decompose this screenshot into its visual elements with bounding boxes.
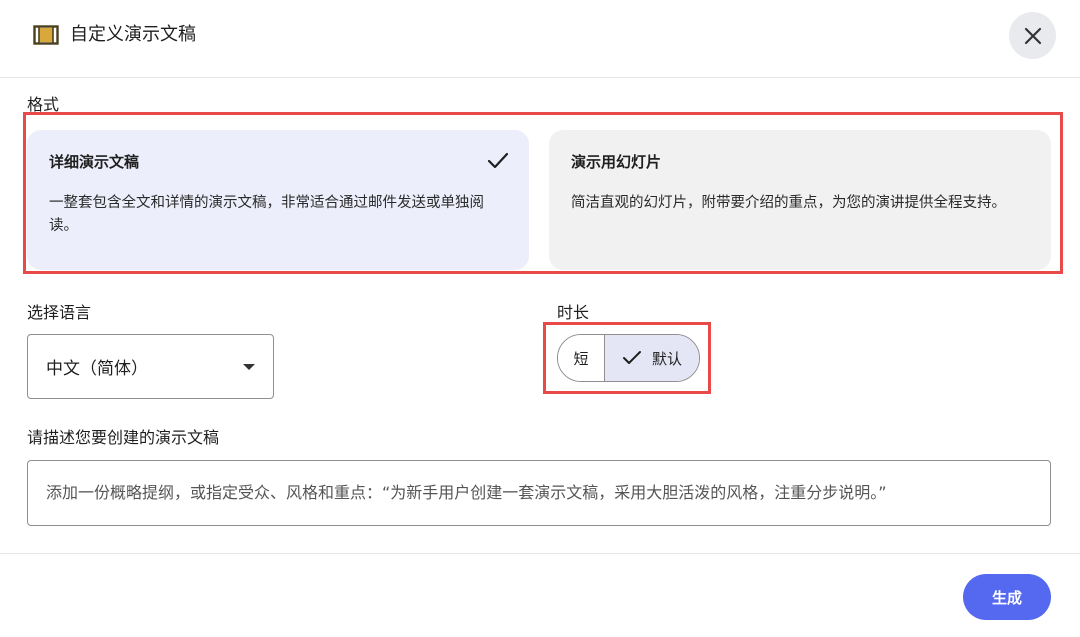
language-select[interactable]: 中文（简体） — [27, 334, 274, 399]
dialog-title: 自定义演示文稿 — [70, 24, 196, 45]
format-option-detailed[interactable]: 详细演示文稿 一整套包含全文和详情的演示文稿，非常适合通过邮件发送或单独阅读。 — [27, 130, 529, 270]
format-option-description: 一整套包含全文和详情的演示文稿，非常适合通过邮件发送或单独阅读。 — [49, 195, 484, 234]
format-option-description: 简洁直观的幻灯片，附带要介绍的重点，为您的演讲提供全程支持。 — [571, 195, 1006, 211]
description-label: 请描述您要创建的演示文稿 — [27, 428, 220, 447]
duration-label: 时长 — [557, 303, 590, 322]
check-icon — [622, 351, 641, 364]
duration-option-label: 默认 — [651, 349, 682, 368]
format-option-title: 详细演示文稿 — [49, 153, 140, 171]
description-input[interactable]: 添加一份概略提纲，或指定受众、风格和重点：“为新手用户创建一套演示文稿，采用大胆… — [27, 460, 1051, 526]
language-label: 选择语言 — [27, 303, 92, 322]
duration-option-label: 短 — [573, 349, 589, 368]
format-option-title: 演示用幻灯片 — [571, 153, 662, 171]
format-label: 格式 — [27, 95, 60, 114]
check-icon — [487, 152, 509, 169]
dropdown-arrow-icon — [243, 364, 255, 370]
footer-divider — [0, 553, 1080, 554]
language-value: 中文（简体） — [46, 359, 148, 379]
dialog-header: 自定义演示文稿 — [0, 0, 1080, 78]
format-option-presenter-slides[interactable]: 演示用幻灯片 简洁直观的幻灯片，附带要介绍的重点，为您的演讲提供全程支持。 — [549, 130, 1051, 270]
close-button[interactable] — [1009, 12, 1056, 59]
close-icon — [1024, 27, 1041, 44]
duration-option-default[interactable]: 默认 — [605, 335, 699, 381]
duration-option-short[interactable]: 短 — [558, 335, 605, 381]
generate-button[interactable]: 生成 — [963, 574, 1051, 620]
duration-toggle: 短 默认 — [557, 334, 700, 382]
slides-icon — [33, 25, 59, 45]
